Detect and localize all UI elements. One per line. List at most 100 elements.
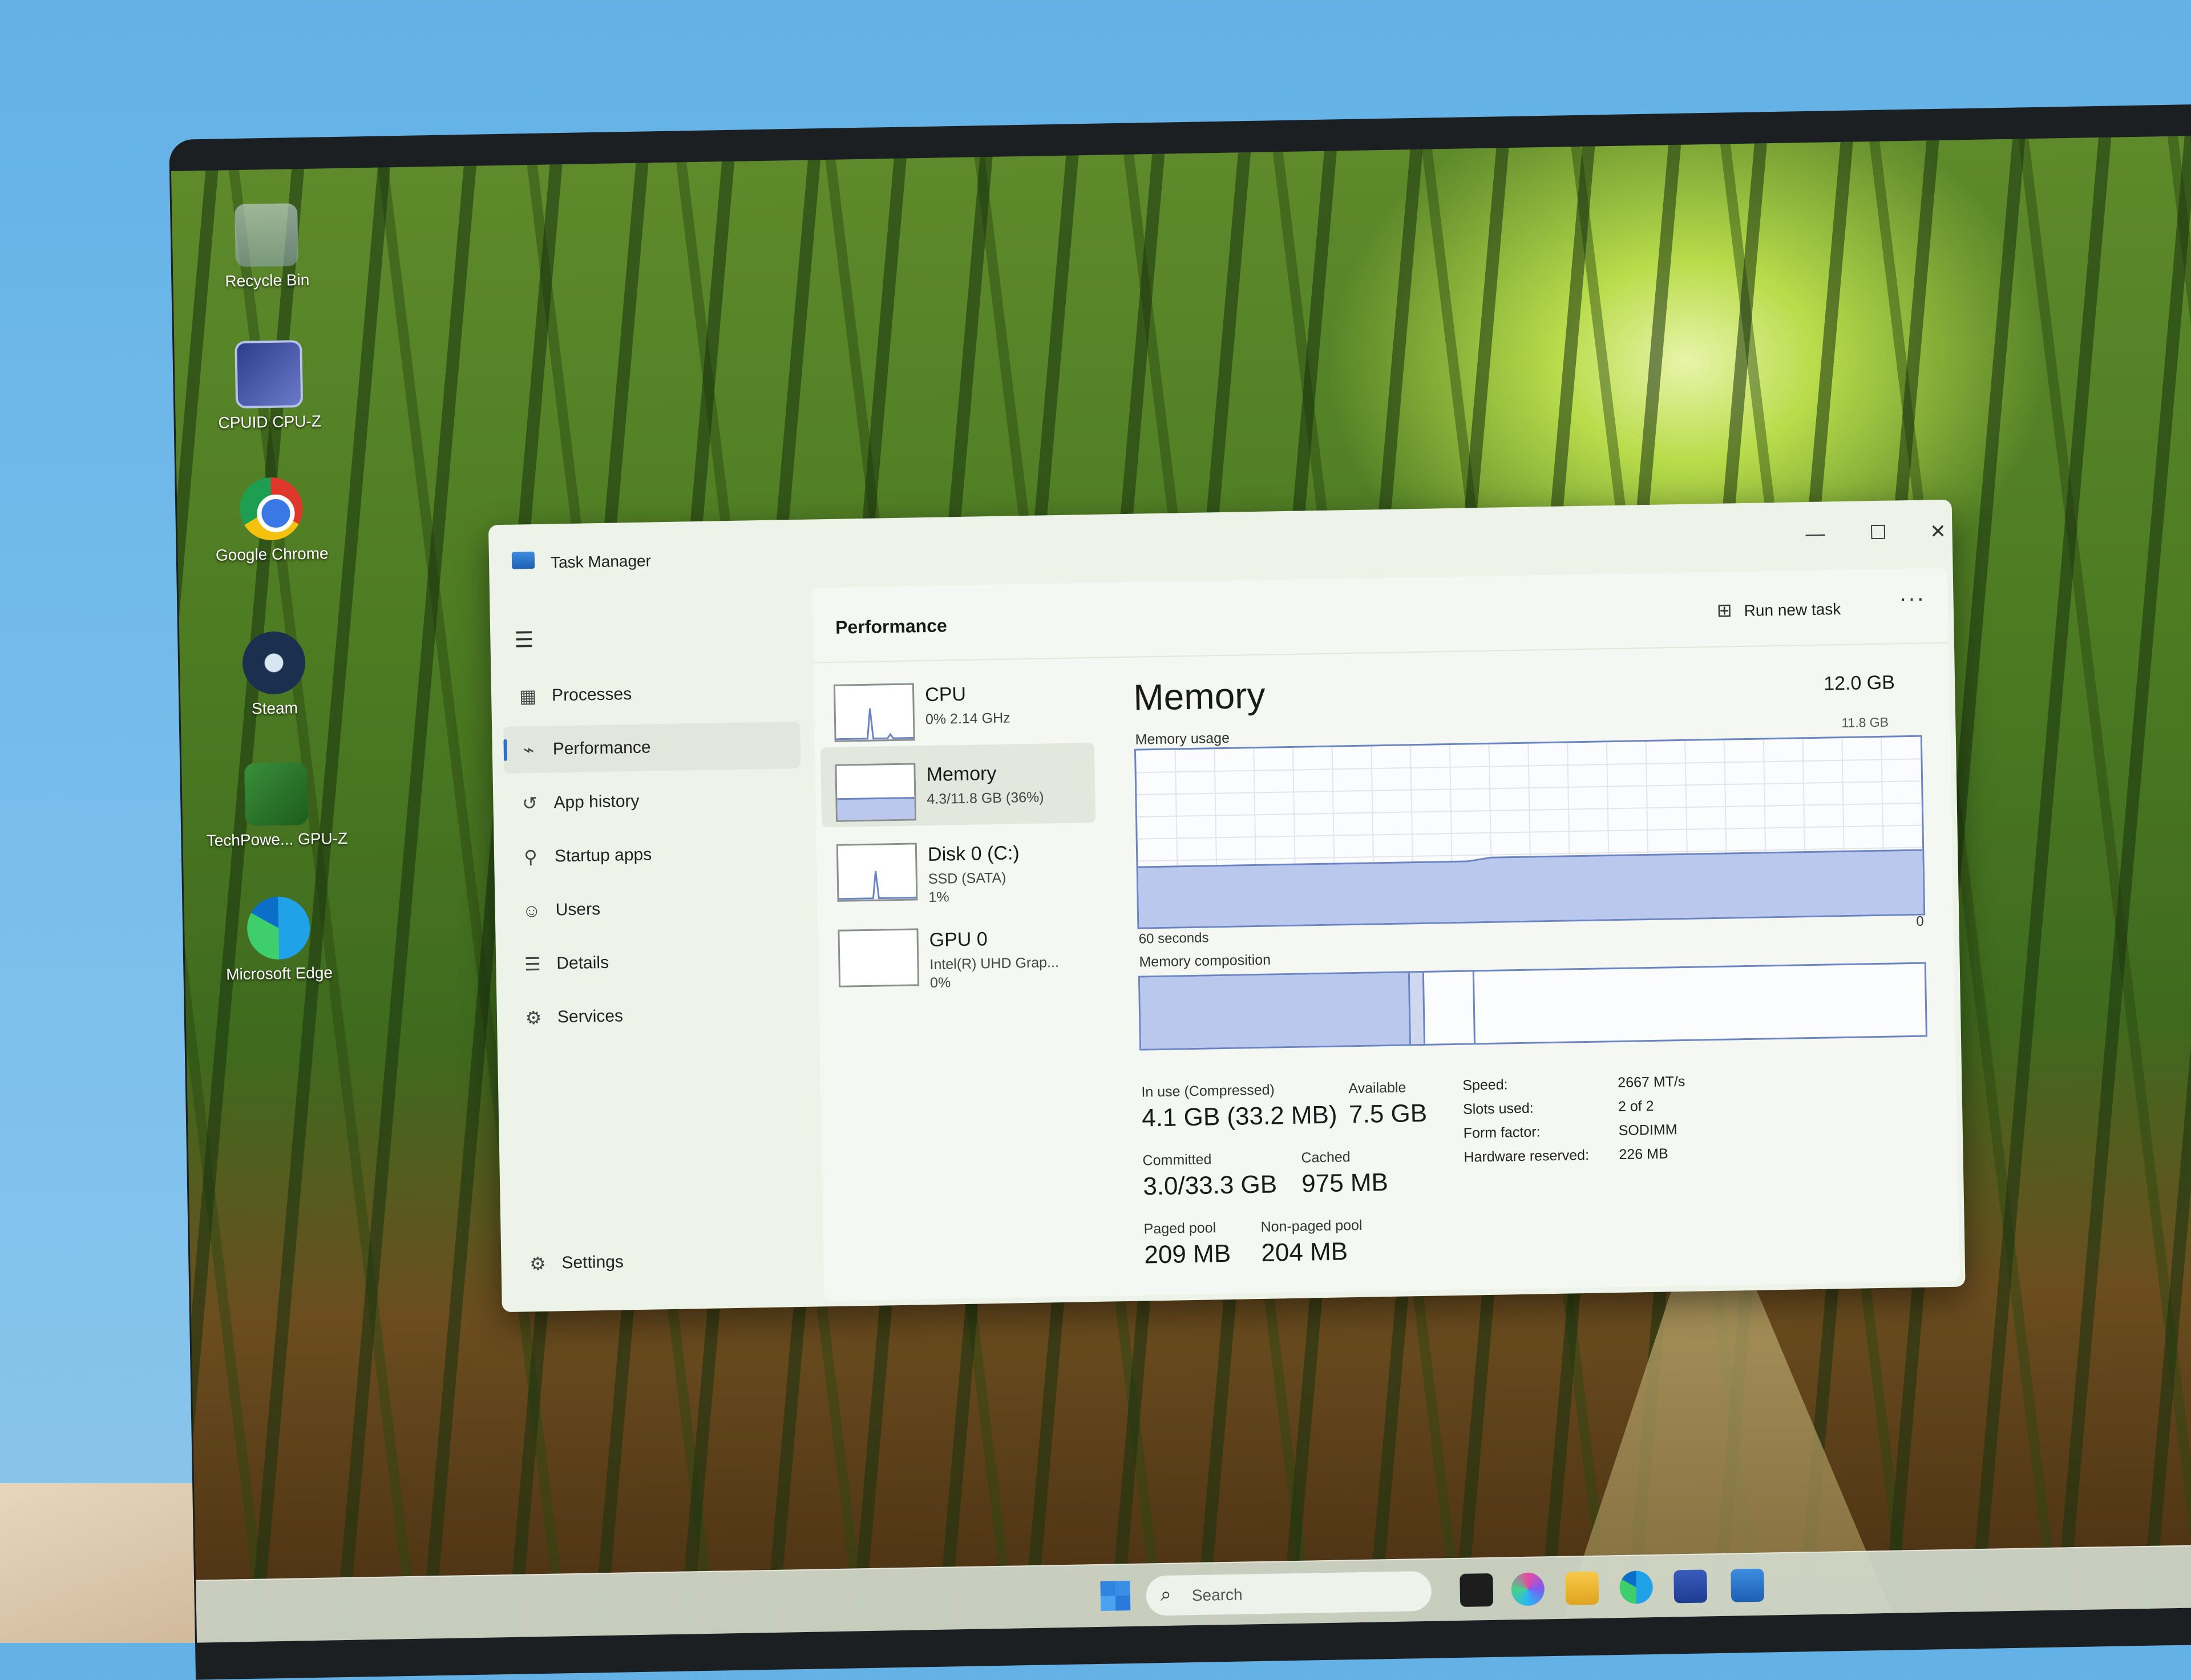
device-name: CPU <box>924 683 967 706</box>
sidebar-item-label: App history <box>553 791 640 812</box>
composition-standby <box>1424 971 1476 1044</box>
memory-usage-chart <box>1134 735 1926 929</box>
memory-composition-label: Memory composition <box>1139 952 1271 970</box>
device-cpu[interactable]: CPU 0% 2.14 GHz <box>819 663 1094 747</box>
composition-in-use <box>1139 973 1412 1049</box>
store-icon[interactable] <box>1673 1569 1708 1604</box>
non-paged-pool-value: 204 MB <box>1260 1237 1348 1267</box>
services-icon: ⚙ <box>525 1007 542 1029</box>
in-use-label: In use (Compressed) <box>1141 1082 1275 1100</box>
spec-slots-value: 2 of 2 <box>1618 1098 1654 1115</box>
file-explorer-icon[interactable] <box>1565 1571 1599 1605</box>
available-label: Available <box>1348 1079 1406 1097</box>
sidebar-item-settings[interactable]: ⚙ Settings <box>512 1236 810 1288</box>
paged-pool-value: 209 MB <box>1143 1239 1231 1269</box>
cpuz-icon <box>235 340 304 409</box>
gpu-thumbnail-graph <box>838 928 920 987</box>
desktop-icon-chrome[interactable]: Google Chrome <box>199 476 343 565</box>
task-manager-icon[interactable] <box>1731 1568 1765 1602</box>
in-use-value: 4.1 GB (33.2 MB) <box>1141 1100 1337 1132</box>
sidebar-item-details[interactable]: ☰ Details <box>507 936 805 988</box>
sidebar-item-label: Processes <box>551 685 632 705</box>
recycle-bin-icon <box>235 203 298 268</box>
edge-icon[interactable] <box>1619 1570 1654 1605</box>
page-title: Performance <box>835 615 948 638</box>
run-task-icon: ⊞ <box>1716 600 1732 621</box>
performance-icon: ⌁ <box>523 739 535 760</box>
committed-value: 3.0/33.3 GB <box>1142 1170 1278 1201</box>
memory-total: 12.0 GB <box>1823 671 1895 695</box>
desktop-icon-gpuz[interactable]: TechPowe... GPU-Z <box>204 762 349 851</box>
more-options-button[interactable]: ··· <box>1899 585 1926 612</box>
cached-value: 975 MB <box>1301 1168 1389 1198</box>
device-detail: Intel(R) UHD Grap... <box>929 954 1060 973</box>
desktop-icon-label: Recycle Bin <box>225 270 310 290</box>
device-memory[interactable]: Memory 4.3/11.8 GB (36%) <box>820 742 1096 828</box>
copilot-icon[interactable] <box>1511 1572 1545 1606</box>
device-usage: 0% <box>929 974 951 991</box>
desktop-icons: Recycle Bin CPUID CPU-Z Google Chrome St… <box>195 203 347 983</box>
sidebar-item-label: Performance <box>552 738 651 759</box>
composition-modified <box>1409 972 1426 1045</box>
details-icon: ☰ <box>524 953 541 975</box>
sidebar-item-app-history[interactable]: ↺ App history <box>504 775 802 827</box>
maximize-button[interactable]: ☐ <box>1855 515 1901 550</box>
device-usage: 1% <box>928 889 949 906</box>
device-detail: SSD (SATA) <box>928 869 1006 888</box>
cpu-thumbnail-graph <box>833 683 915 742</box>
spec-speed-label: Speed: <box>1462 1076 1508 1094</box>
chrome-icon <box>239 477 304 541</box>
window-title: Task Manager <box>550 552 652 572</box>
history-icon: ↺ <box>522 792 538 814</box>
desktop-icon-steam[interactable]: Steam <box>202 630 346 719</box>
gpuz-icon <box>244 762 309 826</box>
memory-usage-label: Memory usage <box>1135 730 1230 748</box>
spec-form-factor-value: SODIMM <box>1618 1122 1677 1139</box>
device-detail: 0% 2.14 GHz <box>925 710 1010 728</box>
sidebar-item-label: Services <box>557 1006 624 1027</box>
performance-panel: Performance ⊞ Run new task ··· CPU 0% 2.… <box>811 568 1960 1301</box>
sidebar-item-performance[interactable]: ⌁ Performance <box>503 721 801 774</box>
device-list: CPU 0% 2.14 GHz Memory 4.3/11.8 GB (36%)… <box>819 663 1096 991</box>
start-icon[interactable] <box>1100 1581 1131 1611</box>
run-new-task-button[interactable]: ⊞ Run new task <box>1716 594 1841 625</box>
paged-pool-label: Paged pool <box>1143 1220 1216 1237</box>
desktop-icon-edge[interactable]: Microsoft Edge <box>207 896 351 985</box>
sidebar-item-users[interactable]: ☺ Users <box>506 882 803 934</box>
desktop-icon-recycle-bin[interactable]: Recycle Bin <box>195 203 339 292</box>
sidebar-item-label: Users <box>555 900 601 920</box>
memory-composition-bar <box>1138 962 1927 1051</box>
cached-label: Cached <box>1301 1149 1351 1166</box>
memory-title: Memory <box>1133 674 1266 718</box>
run-new-task-label: Run new task <box>1744 600 1841 620</box>
non-paged-pool-label: Non-paged pool <box>1260 1217 1363 1235</box>
sidebar-item-startup-apps[interactable]: ⚲ Startup apps <box>505 829 802 881</box>
desktop-icon-label: TechPowe... GPU-Z <box>206 829 348 850</box>
minimize-button[interactable]: — <box>1792 516 1838 551</box>
spec-form-factor-label: Form factor: <box>1463 1124 1541 1141</box>
sidebar-item-services[interactable]: ⚙ Services <box>508 990 805 1042</box>
axis-time-label: 60 seconds <box>1138 930 1209 947</box>
device-name: Memory <box>926 762 997 786</box>
memory-thumbnail-graph <box>835 763 917 822</box>
steam-icon <box>242 631 306 695</box>
close-button[interactable]: ✕ <box>1915 514 1961 549</box>
desktop-screen: Recycle Bin CPUID CPU-Z Google Chrome St… <box>171 136 2191 1643</box>
hamburger-menu-icon[interactable]: ☰ <box>514 627 534 653</box>
task-view-icon[interactable] <box>1460 1573 1494 1607</box>
processes-icon: ▦ <box>519 685 537 707</box>
desktop-icon-label: Microsoft Edge <box>225 964 333 983</box>
sidebar-item-label: Details <box>556 953 609 973</box>
spec-slots-label: Slots used: <box>1462 1100 1534 1118</box>
memory-usage-max: 11.8 GB <box>1841 714 1889 731</box>
taskbar-search[interactable]: ⌕ Search <box>1146 1570 1432 1616</box>
device-disk[interactable]: Disk 0 (C:) SSD (SATA) 1% <box>822 823 1097 907</box>
spec-hw-reserved-label: Hardware reserved: <box>1464 1147 1590 1165</box>
sidebar-item-label: Settings <box>561 1252 624 1273</box>
sidebar-item-processes[interactable]: ▦ Processes <box>502 668 799 720</box>
desktop-icon-cpuz[interactable]: CPUID CPU-Z <box>197 339 341 433</box>
desktop-icon-label: Google Chrome <box>215 544 329 564</box>
device-gpu[interactable]: GPU 0 Intel(R) UHD Grap... 0% <box>823 908 1098 993</box>
device-name: GPU 0 <box>929 928 988 952</box>
spec-speed-value: 2667 MT/s <box>1618 1073 1685 1091</box>
